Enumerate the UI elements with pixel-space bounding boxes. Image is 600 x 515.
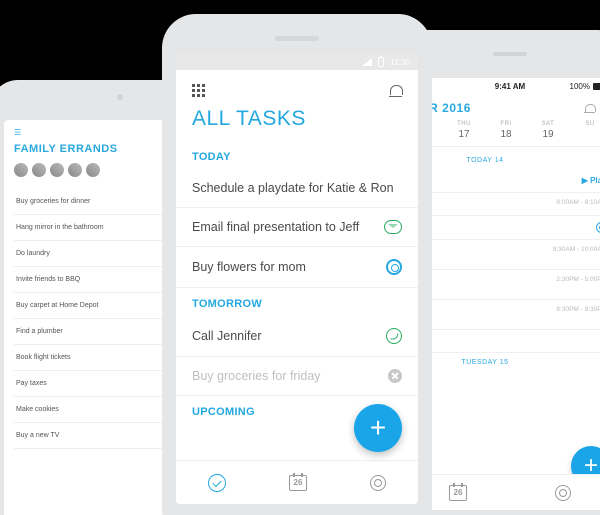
weekday-name: SU (569, 121, 600, 127)
task-row[interactable]: Email final presentation to Jeff (176, 208, 418, 247)
tablet-camera (117, 94, 123, 100)
event-time: 2:30PM - 5:00PM (556, 276, 600, 283)
battery-icon (593, 83, 600, 90)
reminder-icon[interactable] (596, 222, 600, 233)
section-today: TODAY (176, 141, 418, 169)
weekday-num[interactable]: 17 (443, 129, 485, 140)
avatar[interactable] (86, 163, 100, 177)
task-title: Schedule a playdate for Katie & Ron (192, 181, 394, 195)
task-title: Buy groceries for friday (192, 369, 321, 383)
task-title: Call Jennifer (192, 329, 261, 343)
task-title: Buy flowers for mom (192, 260, 306, 274)
phone-tasks-screen: 12:30 ALL TASKS TODAY Schedule a playdat… (176, 54, 418, 504)
calendar-tab-icon[interactable]: 26 (449, 485, 467, 501)
plan-button[interactable]: ▶ Plan (582, 176, 600, 185)
weekday-num[interactable]: 18 (485, 129, 527, 140)
section-tomorrow: TOMORROW (176, 288, 418, 316)
avatar[interactable] (50, 163, 64, 177)
avatar[interactable] (14, 163, 28, 177)
bell-icon[interactable] (584, 103, 595, 114)
moment-tab-icon[interactable] (370, 475, 386, 491)
reminder-icon[interactable] (386, 259, 402, 275)
avatar[interactable] (68, 163, 82, 177)
task-row[interactable]: Schedule a playdate for Katie & Ron (176, 169, 418, 208)
calendar-day-number: 26 (454, 488, 463, 497)
task-row[interactable]: Buy groceries for friday (176, 357, 418, 396)
task-row[interactable]: Call Jennifer (176, 316, 418, 357)
clear-icon[interactable] (388, 369, 402, 383)
email-icon[interactable] (384, 220, 402, 234)
calendar-day-number: 26 (294, 478, 303, 487)
tasks-tab-icon[interactable] (208, 474, 226, 492)
weekday-name: FRI (485, 121, 527, 127)
task-title: Email final presentation to Jeff (192, 220, 359, 234)
weekday-name: THU (443, 121, 485, 127)
tasks-tabbar: 26 (176, 460, 418, 504)
status-bar: 12:30 (176, 54, 418, 70)
phone-tasks-device: 12:30 ALL TASKS TODAY Schedule a playdat… (162, 14, 432, 515)
event-time: 8:00AM - 8:10AM (556, 199, 600, 206)
avatar[interactable] (32, 163, 46, 177)
weekday-num[interactable]: 19 (527, 129, 569, 140)
task-row[interactable]: Buy flowers for mom (176, 247, 418, 288)
bell-icon[interactable] (389, 84, 402, 97)
phone-icon[interactable] (386, 328, 402, 344)
tasks-header (176, 70, 418, 101)
status-time: 12:30 (390, 58, 410, 67)
calendar-tab-icon[interactable]: 26 (289, 475, 307, 491)
signal-icon (362, 58, 372, 66)
phone-speaker (493, 52, 527, 56)
menu-grid-icon[interactable] (192, 84, 205, 97)
battery-icon (378, 57, 384, 67)
tasks-tab-icon[interactable] (555, 485, 571, 501)
add-fab-button[interactable]: + (354, 404, 402, 452)
battery-text: 100% (570, 82, 590, 91)
weekday-name: SAT (527, 121, 569, 127)
calendar-tabbar: 26 (405, 474, 600, 510)
event-time: 9:30AM - 10:00AM (553, 246, 600, 253)
event-time: 8:30PM - 9:30PM (556, 306, 600, 313)
page-title: ALL TASKS (176, 101, 418, 141)
status-time: 9:41 AM (495, 82, 525, 91)
phone-speaker (275, 36, 319, 41)
